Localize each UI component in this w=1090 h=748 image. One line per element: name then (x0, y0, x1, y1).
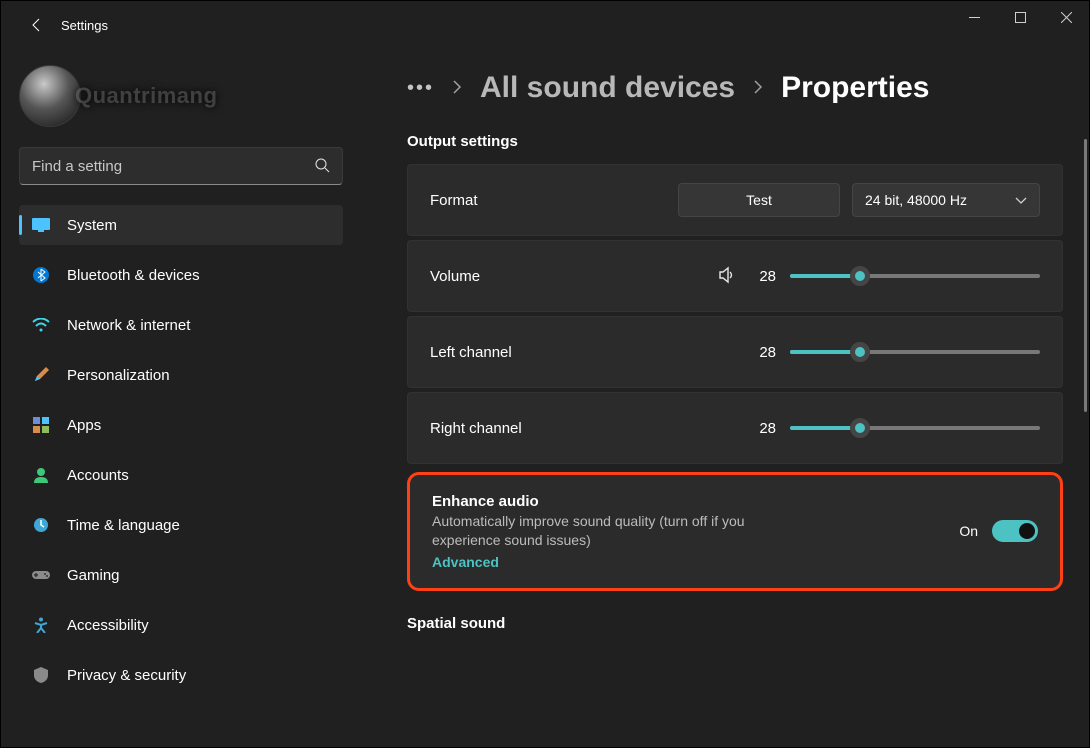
avatar (19, 65, 81, 127)
titlebar: Settings (1, 1, 1089, 49)
right-channel-row: Right channel 28 (407, 392, 1063, 464)
gamepad-icon (31, 565, 51, 585)
shield-icon (31, 665, 51, 685)
breadcrumb-current: Properties (781, 71, 929, 105)
nav-item-personalization[interactable]: Personalization (19, 355, 343, 395)
chevron-right-icon (753, 80, 763, 97)
enhance-state-label: On (959, 523, 978, 539)
chevron-right-icon (452, 80, 462, 97)
nav-item-accounts[interactable]: Accounts (19, 455, 343, 495)
nav-label: Network & internet (67, 317, 190, 334)
apps-icon (31, 415, 51, 435)
volume-value: 28 (750, 268, 776, 285)
nav-item-privacy[interactable]: Privacy & security (19, 655, 343, 695)
display-icon (31, 215, 51, 235)
back-button[interactable] (19, 7, 55, 43)
nav-label: Time & language (67, 517, 180, 534)
sidebar: Quantrimang System Bluetooth & devices N… (1, 49, 361, 747)
accessibility-icon (31, 615, 51, 635)
enhance-advanced-link[interactable]: Advanced (432, 554, 802, 570)
format-selected-value: 24 bit, 48000 Hz (865, 192, 967, 208)
nav-label: Apps (67, 417, 101, 434)
nav-label: Accounts (67, 467, 129, 484)
profile-area[interactable]: Quantrimang (19, 65, 343, 127)
chevron-down-icon (1015, 192, 1027, 208)
nav-item-bluetooth[interactable]: Bluetooth & devices (19, 255, 343, 295)
minimize-button[interactable] (951, 1, 997, 33)
right-channel-slider[interactable] (790, 418, 1040, 438)
format-label: Format (430, 192, 478, 209)
scrollbar[interactable] (1081, 57, 1087, 739)
search-icon (314, 157, 330, 176)
nav-item-gaming[interactable]: Gaming (19, 555, 343, 595)
nav-item-apps[interactable]: Apps (19, 405, 343, 445)
breadcrumb: ••• All sound devices Properties (407, 71, 1063, 105)
volume-row: Volume 28 (407, 240, 1063, 312)
enhance-description: Automatically improve sound quality (tur… (432, 512, 802, 550)
nav-label: Privacy & security (67, 667, 186, 684)
speaker-icon[interactable] (718, 266, 736, 287)
person-icon (31, 465, 51, 485)
bluetooth-icon (31, 265, 51, 285)
volume-label: Volume (430, 268, 480, 285)
brush-icon (31, 365, 51, 385)
left-channel-label: Left channel (430, 344, 512, 361)
nav-item-time-language[interactable]: Time & language (19, 505, 343, 545)
right-channel-label: Right channel (430, 420, 522, 437)
search-input[interactable] (32, 158, 314, 175)
left-channel-slider[interactable] (790, 342, 1040, 362)
wifi-icon (31, 315, 51, 335)
format-select[interactable]: 24 bit, 48000 Hz (852, 183, 1040, 217)
breadcrumb-more-icon[interactable]: ••• (407, 77, 434, 100)
volume-slider[interactable] (790, 266, 1040, 286)
close-button[interactable] (1043, 1, 1089, 33)
search-box[interactable] (19, 147, 343, 185)
nav-label: Gaming (67, 567, 120, 584)
window-controls (951, 1, 1089, 49)
nav-item-system[interactable]: System (19, 205, 343, 245)
right-channel-value: 28 (750, 420, 776, 437)
nav-list: System Bluetooth & devices Network & int… (19, 205, 343, 705)
maximize-button[interactable] (997, 1, 1043, 33)
nav-item-accessibility[interactable]: Accessibility (19, 605, 343, 645)
section-spatial-sound: Spatial sound (407, 615, 1063, 632)
enhance-audio-card[interactable]: Enhance audio Automatically improve soun… (407, 472, 1063, 591)
window-title: Settings (61, 18, 108, 33)
section-output-settings: Output settings (407, 133, 1063, 150)
watermark: Quantrimang (75, 83, 217, 109)
breadcrumb-parent[interactable]: All sound devices (480, 71, 735, 105)
left-channel-value: 28 (750, 344, 776, 361)
test-button[interactable]: Test (678, 183, 840, 217)
left-channel-row: Left channel 28 (407, 316, 1063, 388)
clock-globe-icon (31, 515, 51, 535)
content-area: ••• All sound devices Properties Output … (361, 49, 1089, 747)
format-row: Format Test 24 bit, 48000 Hz (407, 164, 1063, 236)
nav-label: System (67, 217, 117, 234)
enhance-title: Enhance audio (432, 493, 802, 510)
nav-label: Personalization (67, 367, 170, 384)
nav-label: Bluetooth & devices (67, 267, 200, 284)
enhance-toggle[interactable] (992, 520, 1038, 542)
nav-label: Accessibility (67, 617, 149, 634)
nav-item-network[interactable]: Network & internet (19, 305, 343, 345)
